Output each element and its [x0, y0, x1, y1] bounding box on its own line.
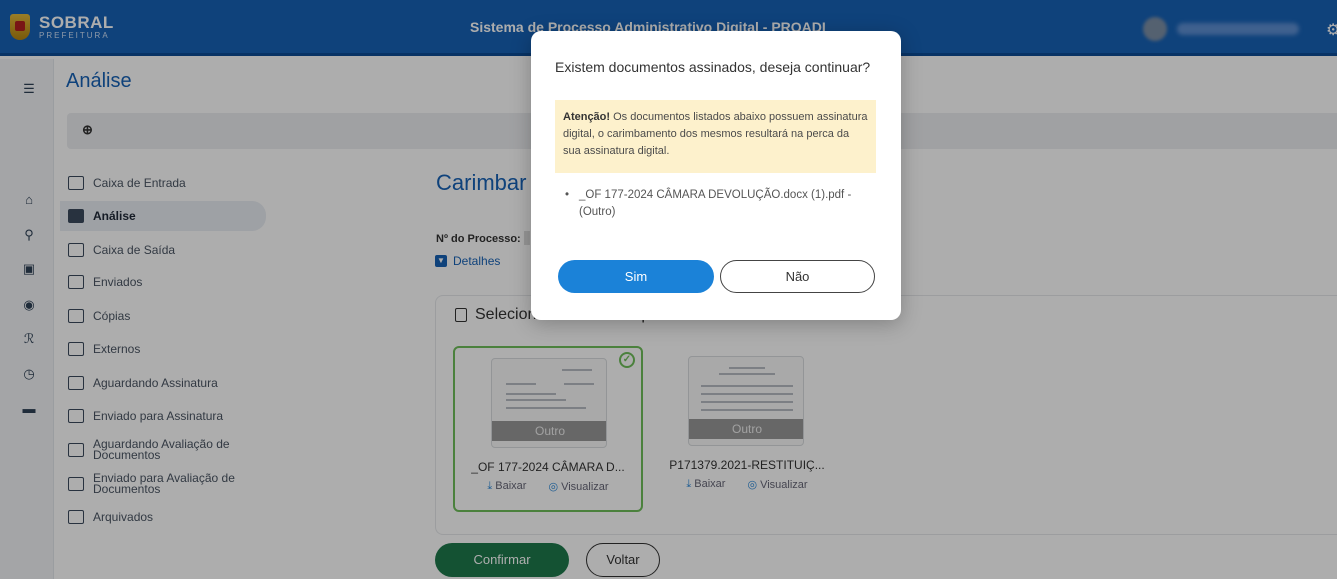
list-item: _OF 177-2024 CÂMARA DEVOLUÇÃO.docx (1).p…: [565, 187, 875, 221]
yes-button[interactable]: Sim: [558, 260, 714, 293]
dialog-title: Existem documentos assinados, deseja con…: [555, 59, 871, 75]
warning-alert: Atenção! Os documentos listados abaixo p…: [555, 100, 876, 173]
no-button[interactable]: Não: [720, 260, 875, 293]
signed-documents-list: _OF 177-2024 CÂMARA DEVOLUÇÃO.docx (1).p…: [565, 187, 875, 221]
warning-strong: Atenção!: [563, 111, 611, 123]
confirmation-dialog: Existem documentos assinados, deseja con…: [531, 31, 901, 320]
